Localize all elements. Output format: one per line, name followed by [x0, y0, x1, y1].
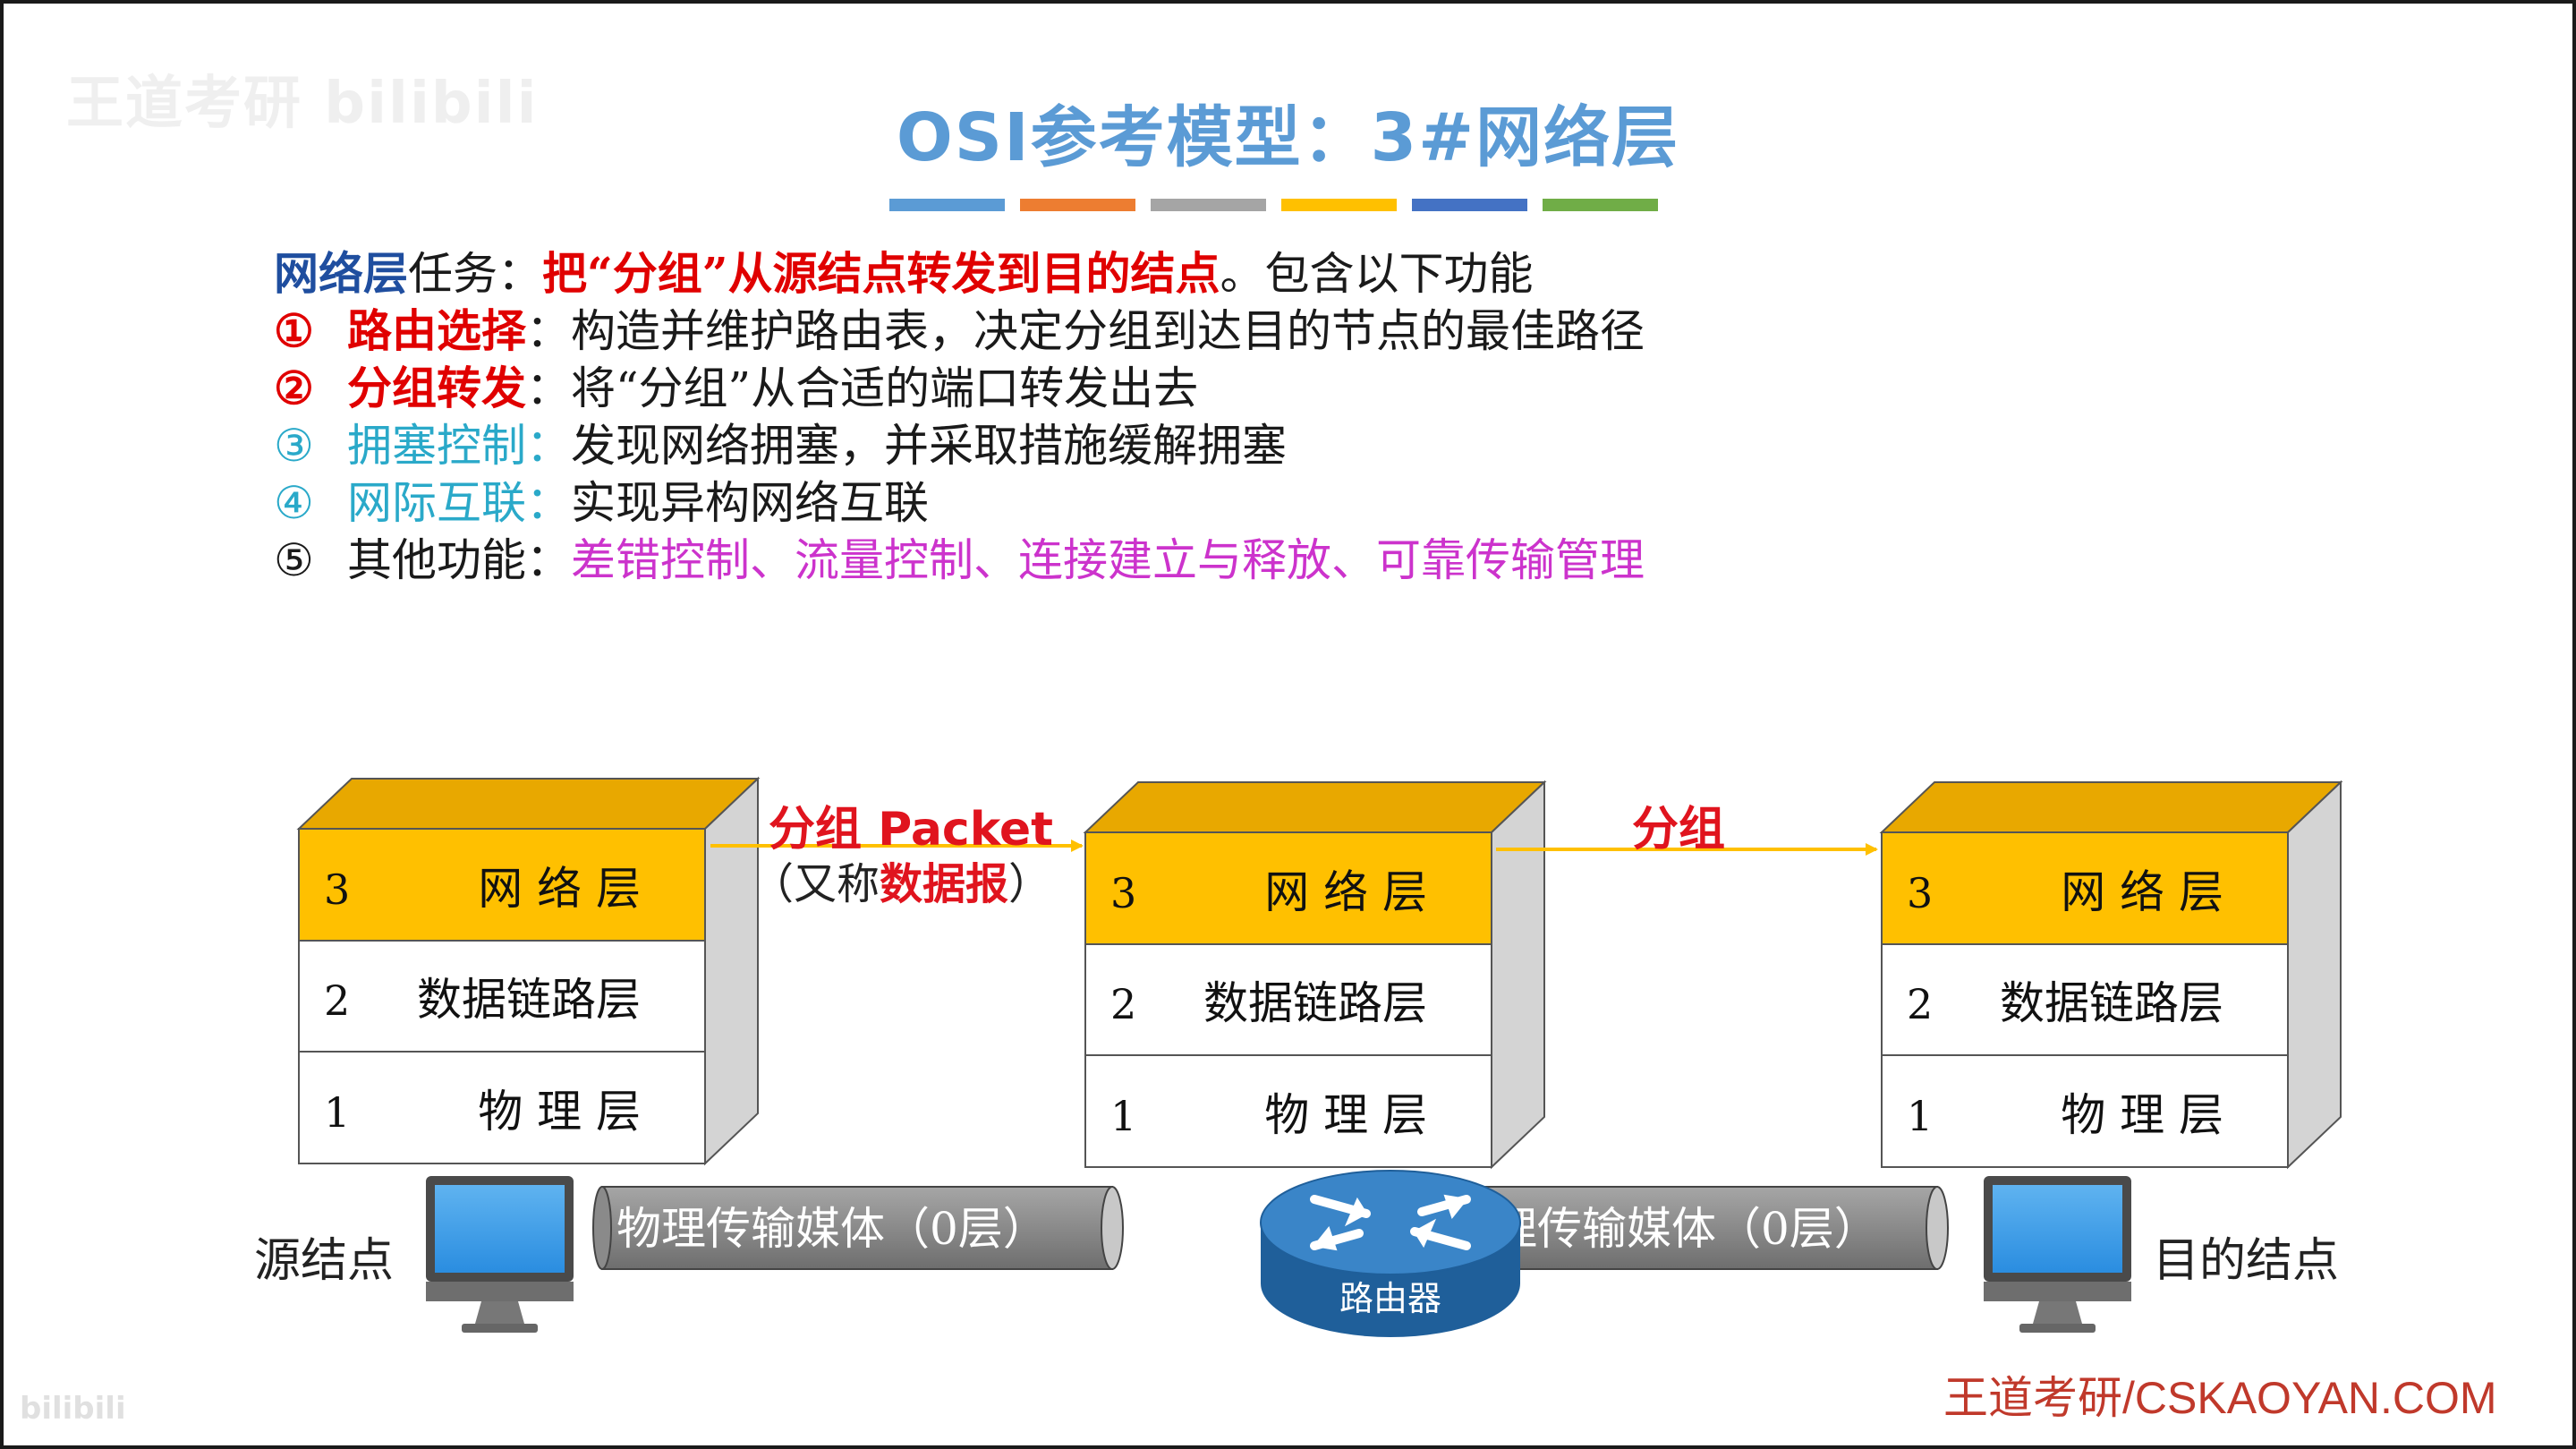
destination-computer-icon — [1984, 1176, 2131, 1333]
layer-name: 网 络 层 — [2061, 866, 2223, 918]
layer-stack-destination: 3 网 络 层 2 数据链路层 1 物 理 层 — [1879, 780, 2343, 1170]
layer-number: 2 — [324, 976, 350, 1025]
datagram-note-term: 数据报 — [880, 859, 1009, 909]
source-computer-icon — [426, 1176, 574, 1333]
layer-stack-router: 3 网 络 层 2 数据链路层 1 物 理 层 — [1083, 780, 1547, 1170]
layer-number: 3 — [324, 865, 350, 914]
layer-number: 1 — [324, 1088, 350, 1137]
router-icon: 路由器 — [1260, 1170, 1521, 1337]
layer-number: 3 — [1907, 869, 1933, 917]
cable-left: 物理传输媒体（0层） — [592, 1186, 1124, 1270]
layer-name: 物 理 层 — [478, 1086, 641, 1138]
layer-number: 3 — [1110, 869, 1136, 917]
layer-name: 物 理 层 — [2061, 1089, 2223, 1141]
layer-number: 2 — [1110, 980, 1136, 1028]
datagram-note-suffix: ） — [1008, 859, 1052, 909]
cable-label: 物理传输媒体（0层） — [616, 1203, 1048, 1255]
layer-number: 1 — [1110, 1092, 1136, 1140]
layer-number: 1 — [1907, 1092, 1933, 1140]
destination-node-label: 目的结点 — [2153, 1234, 2340, 1288]
layer-name: 数据链路层 — [1203, 977, 1427, 1029]
layer-number: 2 — [1907, 980, 1933, 1028]
router-label: 路由器 — [1339, 1279, 1441, 1318]
layer-name: 网 络 层 — [1264, 866, 1427, 918]
datagram-note-prefix: （又称 — [751, 859, 880, 909]
layer-name: 网 络 层 — [478, 863, 641, 915]
source-node-label: 源结点 — [254, 1234, 395, 1288]
layer-stack-source: 3 网 络 层 2 数据链路层 1 物 理 层 — [296, 776, 761, 1166]
packet-label-2: 分组 — [1632, 803, 1726, 857]
layer-name: 数据链路层 — [417, 974, 641, 1026]
datagram-note: （又称数据报） — [751, 848, 1051, 911]
slide: 王道考研 bilibili bilibili OSI参考模型：3#网络层 网络层… — [4, 4, 2572, 1445]
layer-name: 物 理 层 — [1264, 1089, 1427, 1141]
footer-credit: 王道考研/CSKAOYAN.COM — [1943, 1373, 2497, 1423]
layer-name: 数据链路层 — [2000, 977, 2223, 1029]
